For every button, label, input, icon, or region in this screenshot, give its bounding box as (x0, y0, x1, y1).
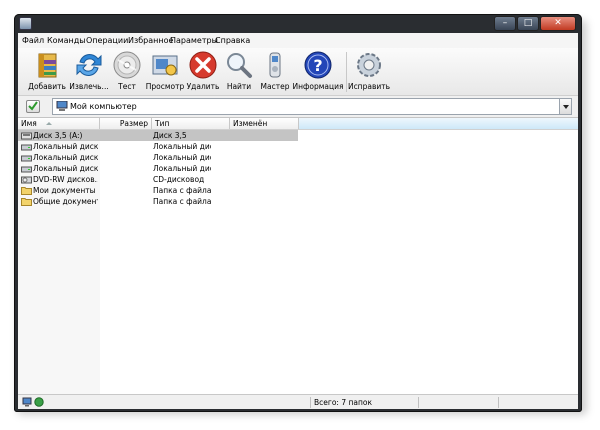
menu-favorites[interactable]: Избранное (128, 35, 173, 46)
file-row[interactable]: DVD-RW дисков... CD-дисковод (18, 174, 298, 185)
computer-status-icon (22, 397, 32, 407)
column-header-name[interactable]: Имя (18, 118, 100, 129)
view-icon (152, 55, 178, 76)
file-name: Локальный диск... (33, 164, 98, 173)
app-window: – □ ✕ Файл Команды Операции Избранное Па… (14, 14, 582, 412)
column-header-type[interactable]: Тип (152, 118, 230, 129)
folder-icon (21, 198, 32, 206)
find-icon (227, 53, 252, 78)
checkmark-icon (28, 101, 38, 111)
menu-commands[interactable]: Команды (47, 35, 86, 46)
folder-icon (21, 187, 32, 195)
file-name: Локальный диск... (33, 153, 98, 162)
dvd-drive-icon (21, 176, 32, 184)
info-icon: ? (304, 51, 332, 79)
file-row[interactable]: Локальный диск... Локальный диск (18, 141, 298, 152)
close-button[interactable]: ✕ (540, 16, 576, 31)
test-button[interactable]: Тест (111, 49, 143, 93)
file-type: Локальный диск (153, 142, 211, 151)
info-button[interactable]: ? Информация (292, 49, 344, 93)
title-bar[interactable]: – □ ✕ (14, 14, 582, 33)
column-type-label: Тип (155, 119, 170, 128)
test-disc-icon (113, 51, 141, 79)
menu-bar: Файл Команды Операции Избранное Параметр… (18, 33, 578, 48)
repair-button-label: Исправить (347, 82, 391, 91)
delete-button[interactable]: Удалить (187, 49, 219, 93)
sort-ascending-icon (46, 122, 52, 125)
file-row[interactable]: Общие документы Папка с файлами (18, 196, 298, 207)
file-name: DVD-RW дисков... (33, 175, 98, 184)
delete-icon (189, 51, 217, 79)
column-header-size[interactable]: Размер (100, 118, 152, 129)
add-button[interactable]: Добавить (28, 49, 66, 93)
file-row[interactable]: Локальный диск... Локальный диск (18, 163, 298, 174)
info-button-label: Информация (292, 82, 344, 91)
maximize-button[interactable]: □ (517, 16, 539, 31)
window-controls: – □ ✕ (493, 16, 576, 31)
address-combobox[interactable]: Мой компьютер (52, 98, 572, 115)
column-header-modified[interactable]: Изменён (230, 118, 299, 129)
file-type: Папка с файлами (153, 197, 211, 206)
file-row[interactable]: Мои документы Папка с файлами (18, 185, 298, 196)
column-size-label: Размер (119, 119, 148, 128)
menu-operations[interactable]: Операции (86, 35, 128, 46)
local-disk-icon (21, 155, 32, 162)
file-name: Локальный диск... (33, 142, 98, 151)
toolbar: Добавить Извлечь... Тест Просмотр Удалит… (18, 48, 578, 96)
extract-icon (76, 54, 102, 76)
network-status-icon (34, 397, 44, 407)
go-up-button[interactable] (26, 100, 40, 113)
file-row[interactable]: Диск 3,5 (A:) Диск 3,5 (18, 130, 298, 141)
file-list[interactable]: Имя Размер Тип Изменён Диск 3,5 (A:) Дис… (18, 117, 578, 395)
minimize-button[interactable]: – (494, 16, 516, 31)
file-row[interactable]: Локальный диск... Локальный диск (18, 152, 298, 163)
add-archive-icon (38, 53, 57, 78)
my-computer-icon (56, 101, 68, 111)
file-type: Локальный диск (153, 164, 211, 173)
view-button[interactable]: Просмотр (146, 49, 184, 93)
address-dropdown-button[interactable] (559, 99, 571, 114)
wizard-icon (269, 52, 281, 78)
file-name: Мои документы (33, 186, 96, 195)
app-icon[interactable] (19, 17, 32, 30)
column-headers: Имя Размер Тип Изменён (18, 118, 578, 130)
local-disk-icon (21, 166, 32, 173)
find-button[interactable]: Найти (224, 49, 254, 93)
client-area: Файл Команды Операции Избранное Параметр… (18, 33, 578, 409)
menu-help[interactable]: Справка (215, 35, 250, 46)
wizard-button[interactable]: Мастер (260, 49, 290, 93)
file-type: Папка с файлами (153, 186, 211, 195)
file-name: Диск 3,5 (A:) (33, 131, 83, 140)
repair-button[interactable]: Исправить (348, 49, 390, 93)
status-bar: Всего: 7 папок (18, 394, 578, 409)
file-type: Локальный диск (153, 153, 211, 162)
svg-text:?: ? (313, 56, 322, 75)
repair-icon (357, 53, 381, 77)
column-modified-label: Изменён (233, 119, 268, 128)
address-bar: Мой компьютер (18, 96, 578, 116)
address-value: Мой компьютер (70, 102, 137, 111)
menu-options[interactable]: Параметры (170, 35, 218, 46)
file-name: Общие документы (33, 197, 98, 206)
file-type: Диск 3,5 (153, 131, 187, 140)
floppy-icon (21, 132, 32, 140)
menu-file[interactable]: Файл (22, 35, 44, 46)
extract-button[interactable]: Извлечь... (69, 49, 109, 93)
local-disk-icon (21, 144, 32, 151)
column-name-label: Имя (21, 119, 37, 128)
status-text: Всего: 7 папок (314, 398, 373, 407)
file-type: CD-дисковод (153, 175, 205, 184)
